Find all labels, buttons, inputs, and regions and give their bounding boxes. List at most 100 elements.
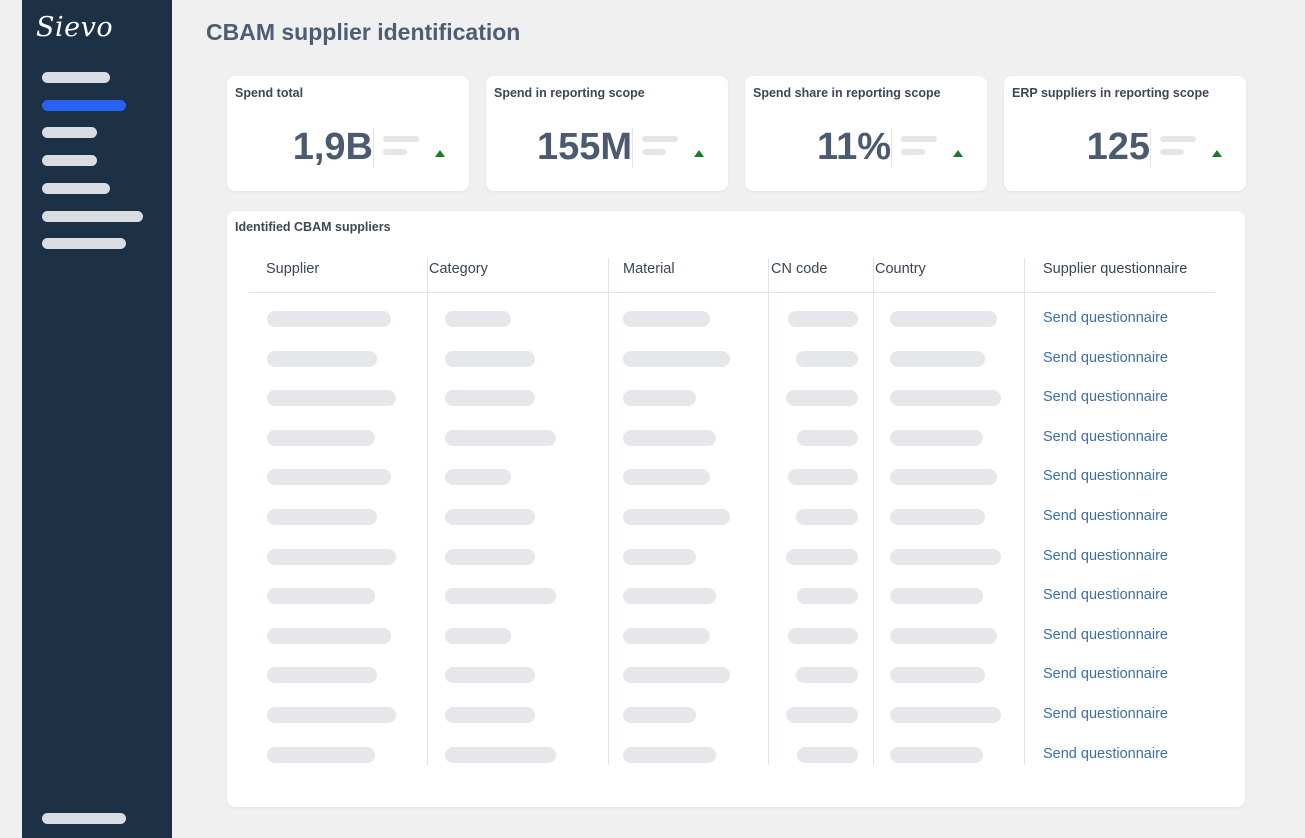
cell-placeholder (786, 390, 858, 407)
cell-placeholder (890, 429, 983, 446)
trend-up-icon (953, 150, 963, 157)
cell-placeholder (445, 548, 535, 565)
column-divider (608, 258, 609, 765)
cell-placeholder (267, 667, 377, 684)
cell-placeholder (445, 707, 535, 723)
cell-placeholder (623, 509, 730, 525)
cell-placeholder (267, 548, 396, 565)
sparkline-placeholder (642, 136, 678, 142)
kpi-divider (891, 128, 892, 168)
sidebar-item-bottom[interactable] (42, 813, 126, 824)
column-header-supplier[interactable]: Supplier (266, 261, 319, 277)
cell-placeholder (623, 350, 730, 367)
sparkline-placeholder (642, 149, 666, 155)
send-questionnaire-link[interactable]: Send questionnaire (1043, 310, 1168, 326)
cell-placeholder (797, 429, 858, 446)
cell-placeholder (623, 311, 710, 327)
kpi-label: ERP suppliers in reporting scope (1012, 86, 1210, 100)
send-questionnaire-link[interactable]: Send questionnaire (1043, 746, 1168, 762)
kpi-value: 155M (536, 126, 632, 168)
cell-placeholder (797, 746, 858, 763)
cell-placeholder (445, 509, 535, 525)
kpi-label: Spend in reporting scope (494, 86, 645, 100)
cell-placeholder (890, 588, 983, 605)
sidebar-item-1[interactable] (42, 72, 110, 83)
sidebar-item-7[interactable] (42, 238, 126, 249)
cell-placeholder (796, 350, 858, 367)
cell-placeholder (797, 588, 858, 605)
cell-placeholder (267, 311, 391, 327)
kpi-sparkline (383, 136, 463, 166)
cell-placeholder (267, 429, 375, 446)
cell-placeholder (788, 311, 858, 327)
sparkline-placeholder (383, 149, 407, 155)
sparkline-placeholder (901, 136, 937, 142)
cell-placeholder (267, 707, 396, 723)
send-questionnaire-link[interactable]: Send questionnaire (1043, 627, 1168, 643)
send-questionnaire-link[interactable]: Send questionnaire (1043, 389, 1168, 405)
cell-placeholder (890, 469, 997, 486)
send-questionnaire-link[interactable]: Send questionnaire (1043, 706, 1168, 722)
cell-placeholder (786, 707, 858, 723)
sidebar-item-6[interactable] (42, 211, 143, 222)
cell-placeholder (890, 311, 997, 327)
kpi-card-spend-total: Spend total 1,9B (227, 76, 469, 191)
sidebar-item-4[interactable] (42, 155, 97, 166)
kpi-label: Spend share in reporting scope (753, 86, 941, 100)
cell-placeholder (890, 548, 1001, 565)
column-divider (768, 258, 769, 765)
column-header-cn-code[interactable]: CN code (771, 261, 827, 277)
cell-placeholder (445, 350, 535, 367)
cell-placeholder (786, 548, 858, 565)
cell-placeholder (890, 627, 997, 644)
cell-placeholder (267, 509, 377, 525)
sparkline-placeholder (1160, 149, 1184, 155)
cell-placeholder (890, 746, 983, 763)
cell-placeholder (788, 469, 858, 486)
send-questionnaire-link[interactable]: Send questionnaire (1043, 548, 1168, 564)
sievo-logo[interactable]: Sievo (36, 12, 113, 43)
send-questionnaire-link[interactable]: Send questionnaire (1043, 508, 1168, 524)
column-header-material[interactable]: Material (623, 261, 675, 277)
cell-placeholder (267, 350, 377, 367)
cell-placeholder (445, 746, 556, 763)
kpi-sparkline (1160, 136, 1240, 166)
column-divider (873, 258, 874, 765)
column-header-category[interactable]: Category (429, 261, 488, 277)
cell-placeholder (445, 429, 556, 446)
send-questionnaire-link[interactable]: Send questionnaire (1043, 429, 1168, 445)
cell-placeholder (890, 707, 1001, 723)
trend-up-icon (694, 150, 704, 157)
column-divider (1024, 258, 1025, 765)
cell-placeholder (890, 390, 1001, 407)
header-divider (249, 292, 1215, 293)
kpi-divider (632, 128, 633, 168)
send-questionnaire-link[interactable]: Send questionnaire (1043, 350, 1168, 366)
sidebar-item-5[interactable] (42, 183, 110, 194)
cell-placeholder (445, 469, 511, 486)
suppliers-table-card: Identified CBAM suppliers Supplier Categ… (227, 211, 1245, 807)
sidebar-item-2-active[interactable] (42, 100, 126, 111)
column-header-supplier-questionnaire[interactable]: Supplier questionnaire (1043, 261, 1187, 277)
cell-placeholder (623, 746, 716, 763)
send-questionnaire-link[interactable]: Send questionnaire (1043, 666, 1168, 682)
sparkline-placeholder (1160, 136, 1196, 142)
cell-placeholder (890, 350, 985, 367)
cell-placeholder (788, 627, 858, 644)
cell-placeholder (445, 667, 535, 684)
send-questionnaire-link[interactable]: Send questionnaire (1043, 587, 1168, 603)
cell-placeholder (445, 390, 535, 407)
cell-placeholder (267, 627, 391, 644)
column-header-country[interactable]: Country (875, 261, 926, 277)
kpi-card-spend-share: Spend share in reporting scope 11% (745, 76, 987, 191)
sidebar-item-3[interactable] (42, 127, 97, 138)
cell-placeholder (890, 509, 985, 525)
cell-placeholder (796, 667, 858, 684)
send-questionnaire-link[interactable]: Send questionnaire (1043, 468, 1168, 484)
cell-placeholder (623, 707, 696, 723)
cell-placeholder (890, 667, 985, 684)
page-title: CBAM supplier identification (206, 19, 521, 45)
cell-placeholder (623, 667, 730, 684)
cell-placeholder (267, 469, 391, 486)
cell-placeholder (623, 469, 710, 486)
